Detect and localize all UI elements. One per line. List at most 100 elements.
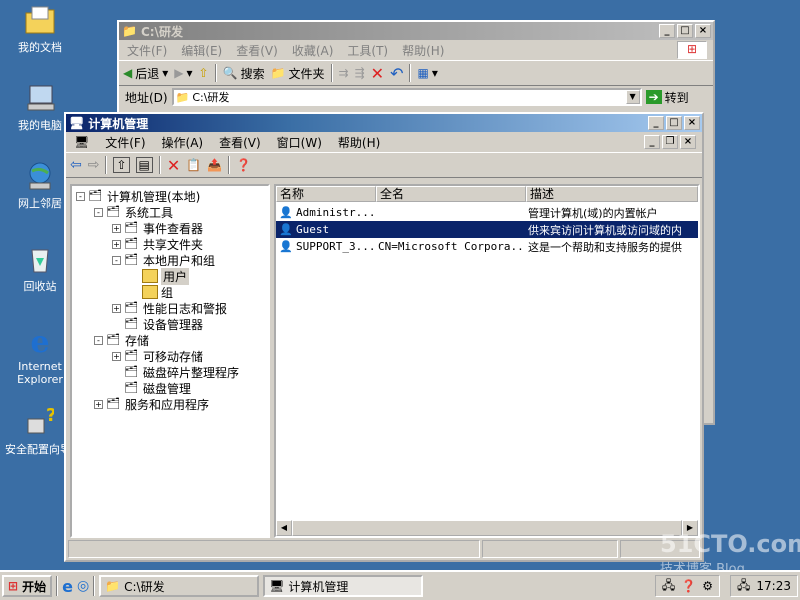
copy-to-button[interactable]: ⇶	[355, 66, 365, 80]
collapse-icon[interactable]: -	[94, 335, 103, 345]
mmc-toolbar: ⇦ ⇨ ⇧ ▤ ✕ 📋 📤 ❓	[66, 152, 702, 178]
show-hide-tree-icon[interactable]: ▤	[135, 157, 153, 173]
tray-misc-icon[interactable]: ⚙	[702, 579, 713, 593]
folders-button[interactable]: 📁 文件夹	[271, 65, 325, 82]
ie-quicklaunch-icon[interactable]: e	[62, 577, 73, 596]
tree-item[interactable]: + 🗂 服务和应用程序	[94, 396, 209, 412]
up-level-icon[interactable]: ⇧	[113, 157, 130, 173]
explorer-titlebar[interactable]: 📁 C:\研发 _ □ ×	[119, 22, 713, 40]
undo-button[interactable]: ↶	[390, 64, 403, 83]
tray-app-icon[interactable]: 🖧	[662, 576, 675, 597]
tree-item[interactable]: 🗂 磁盘管理	[112, 380, 191, 396]
desktop-quicklaunch-icon[interactable]: ◎	[77, 578, 89, 594]
tree-item[interactable]: - 🗂 本地用户和组	[112, 252, 215, 268]
toolbar-separator	[228, 156, 231, 174]
menu-favorites[interactable]: 收藏(A)	[292, 42, 334, 59]
menu-view[interactable]: 查看(V)	[236, 42, 278, 59]
menu-tools[interactable]: 工具(T)	[347, 42, 388, 59]
tree-item-label: 设备管理器	[143, 317, 204, 332]
scroll-thumb[interactable]	[292, 520, 682, 536]
mmc-title: 计算机管理	[88, 116, 149, 131]
close-button[interactable]: ×	[695, 24, 711, 38]
forward-arrow-icon[interactable]: ⇨	[88, 157, 100, 173]
expand-icon[interactable]: +	[112, 239, 121, 249]
tree-item[interactable]: 🗂 设备管理器	[112, 316, 203, 332]
child-minimize-button[interactable]: _	[644, 135, 660, 149]
tree-item[interactable]: 🗂 磁盘碎片整理程序	[112, 364, 239, 380]
tree-item[interactable]: + 🗂 共享文件夹	[112, 236, 203, 252]
tree-item[interactable]: - 🗂 计算机管理(本地)	[76, 188, 200, 204]
help-icon[interactable]: ❓	[236, 158, 251, 172]
back-arrow-icon[interactable]: ⇦	[70, 157, 82, 173]
computer-management-icon: 🖥	[69, 116, 85, 130]
menu-window[interactable]: 窗口(W)	[277, 134, 322, 151]
scroll-left-button[interactable]: ◀	[276, 520, 292, 536]
menu-file[interactable]: 文件(F)	[105, 134, 145, 151]
column-header-fullname[interactable]: 全名	[376, 186, 526, 202]
properties-icon[interactable]: 📋	[186, 158, 201, 172]
child-close-button[interactable]: ×	[680, 135, 696, 149]
minimize-button[interactable]: _	[659, 24, 675, 38]
menu-action[interactable]: 操作(A)	[162, 134, 204, 151]
horizontal-scrollbar[interactable]: ◀ ▶	[276, 520, 698, 536]
export-list-icon[interactable]: 📤	[207, 158, 222, 172]
column-header-description[interactable]: 描述	[526, 186, 698, 202]
delete-button[interactable]: ✕	[371, 64, 384, 83]
mmc-titlebar[interactable]: 🖥 计算机管理 _ □ ×	[66, 114, 702, 132]
column-header-name[interactable]: 名称	[276, 186, 376, 202]
go-button[interactable]: ➔ 转到	[645, 89, 689, 106]
expand-icon[interactable]: +	[112, 351, 121, 361]
windows-logo-icon: ⊞	[677, 41, 707, 59]
collapse-icon[interactable]: -	[94, 207, 103, 217]
tree-item[interactable]: - 🗂 存储	[94, 332, 149, 348]
mmc-window[interactable]: 🖥 计算机管理 _ □ × 🖥 文件(F) 操作(A) 查看(V) 窗口(W) …	[64, 112, 704, 562]
task-computer-management[interactable]: 🖥 计算机管理	[263, 575, 424, 597]
maximize-button[interactable]: □	[677, 24, 693, 38]
expand-icon[interactable]: +	[112, 223, 121, 233]
list-panel[interactable]: 名称 全名 描述 👤 Administr... 管理计算机(域)的内置帐户 👤 Gues…	[274, 184, 700, 538]
child-restore-button[interactable]: ❐	[662, 135, 678, 149]
recycle-bin-icon	[24, 243, 56, 275]
taskbar-separator	[93, 576, 96, 596]
close-button[interactable]: ×	[684, 116, 700, 130]
taskbar: ⊞ 开始 e ◎ 📁 C:\研发 🖥 计算机管理 🖧 ❓ ⚙ 🖧 17:23	[0, 570, 800, 600]
desktop-icon-my-documents[interactable]: 我的文档	[2, 4, 78, 55]
expand-icon[interactable]: +	[94, 399, 103, 409]
table-row[interactable]: 👤 Administr... 管理计算机(域)的内置帐户	[276, 204, 698, 221]
tree-item[interactable]: + 🗂 性能日志和警报	[112, 300, 227, 316]
tree-item[interactable]: - 🗂 系统工具	[94, 204, 173, 220]
tree-item[interactable]: 用户	[130, 267, 190, 285]
clock[interactable]: 17:23	[756, 579, 791, 593]
table-row[interactable]: 👤 Guest 供来宾访问计算机或访问域的内	[276, 221, 698, 238]
address-input[interactable]: 📁 C:\研发 ▼	[171, 88, 642, 106]
delete-icon[interactable]: ✕	[167, 156, 180, 175]
tree-panel[interactable]: - 🗂 计算机管理(本地) - 🗂 系统工具 + 🗂 事件查看器 + 🗂 共享文件夹 - 🗂 本地用户和组用…	[70, 184, 270, 538]
menu-edit[interactable]: 编辑(E)	[181, 42, 222, 59]
start-button[interactable]: ⊞ 开始	[2, 575, 53, 597]
menu-help[interactable]: 帮助(H)	[338, 134, 380, 151]
search-button[interactable]: 🔍 搜索	[223, 65, 265, 82]
maximize-button[interactable]: □	[666, 116, 682, 130]
forward-button[interactable]: ▶ ▾	[174, 66, 192, 80]
help-tray-icon[interactable]: ❓	[681, 579, 696, 593]
dropdown-arrow-icon[interactable]: ▼	[625, 90, 640, 104]
up-folder-button[interactable]: ⇧	[199, 66, 209, 80]
expand-icon[interactable]: +	[112, 303, 121, 313]
menu-file[interactable]: 文件(F)	[127, 42, 167, 59]
network-tray-icon[interactable]: 🖧	[737, 576, 750, 597]
tree-item[interactable]: 组	[130, 284, 173, 300]
table-row[interactable]: 👤 SUPPORT_3... CN=Microsoft Corpora... 这是一个…	[276, 238, 698, 255]
tree-item[interactable]: + 🗂 事件查看器	[112, 220, 203, 236]
tree-item[interactable]: + 🗂 可移动存储	[112, 348, 203, 364]
task-explorer[interactable]: 📁 C:\研发	[99, 575, 260, 597]
back-button[interactable]: ◀ 后退 ▾	[123, 65, 168, 82]
user-icon: 👤	[279, 240, 293, 253]
collapse-icon[interactable]: -	[76, 191, 85, 201]
minimize-button[interactable]: _	[648, 116, 664, 130]
views-button[interactable]: ▦ ▾	[417, 66, 437, 80]
menu-help[interactable]: 帮助(H)	[402, 42, 444, 59]
tree-item-label: 服务和应用程序	[125, 397, 210, 412]
move-to-button[interactable]: ⇉	[339, 66, 349, 80]
collapse-icon[interactable]: -	[112, 255, 121, 265]
menu-view[interactable]: 查看(V)	[219, 134, 261, 151]
